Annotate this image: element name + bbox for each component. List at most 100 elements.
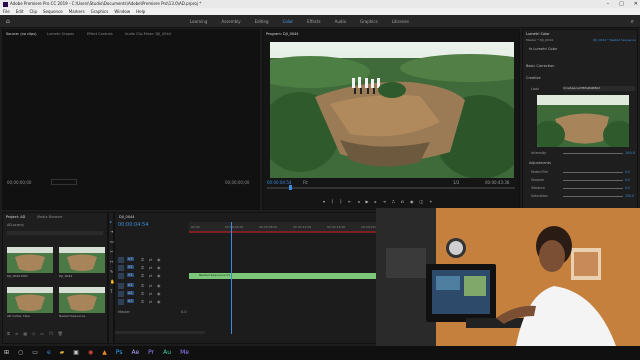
lock-track-icon[interactable]: ⚿ <box>141 283 144 288</box>
menu-window[interactable]: Window <box>114 8 130 15</box>
new-item-icon[interactable]: ❐ <box>49 331 53 336</box>
add-button[interactable]: + <box>429 199 432 204</box>
list-view-icon[interactable]: ≡ <box>15 331 18 336</box>
adjustment-slider[interactable] <box>563 180 623 181</box>
sync-lock-icon[interactable]: ⇄ <box>149 265 152 270</box>
program-playhead[interactable] <box>289 185 292 190</box>
menu-edit[interactable]: Edit <box>16 8 24 15</box>
media-encoder-icon[interactable]: Me <box>180 349 189 356</box>
toggle-output-icon[interactable]: ◉ <box>157 257 161 262</box>
track-target-toggle[interactable] <box>118 283 124 289</box>
lock-track-icon[interactable]: ⚿ <box>141 273 144 278</box>
toggle-output-icon[interactable]: ◉ <box>157 265 161 270</box>
toggle-output-icon[interactable]: ◉ <box>157 299 161 304</box>
mark-out-icon[interactable]: } <box>340 199 343 204</box>
lift-icon[interactable]: ⎍ <box>392 199 395 204</box>
close-button[interactable]: ✕ <box>634 0 638 8</box>
lock-track-icon[interactable]: ⚿ <box>141 299 144 304</box>
program-fit-select[interactable]: Fit <box>303 180 308 185</box>
sync-lock-icon[interactable]: ⇄ <box>149 299 152 304</box>
basic-correction-section[interactable]: Basic Correction <box>526 64 555 68</box>
project-bin-item[interactable]: Nested Sequence <box>59 287 105 321</box>
premiere-taskbar-icon[interactable]: Pr <box>148 349 154 356</box>
toggle-output-icon[interactable]: ◉ <box>157 291 161 296</box>
play-icon[interactable]: ▶ <box>365 199 368 204</box>
workspace-effects[interactable]: Effects <box>307 15 321 28</box>
lock-icon[interactable]: ⚿ <box>7 331 10 336</box>
toggle-output-icon[interactable]: ◉ <box>157 283 161 288</box>
intensity-slider[interactable] <box>563 153 623 154</box>
timeline-timecode[interactable]: 00:00:04:54 <box>118 222 149 228</box>
look-select[interactable]: CineSpace2383sRGB6bit <box>563 86 635 91</box>
tab-media-browser[interactable]: Media Browser <box>37 215 63 219</box>
source-zoom-select[interactable] <box>51 179 77 185</box>
sync-lock-icon[interactable]: ⇄ <box>149 273 152 278</box>
project-search-input[interactable] <box>7 231 103 235</box>
export-frame-icon[interactable]: ◉ <box>410 199 414 204</box>
tab-lumetri-scopes[interactable]: Lumetri Scopes <box>47 32 74 36</box>
workspace-color[interactable]: Color <box>283 15 293 28</box>
photoshop-icon[interactable]: Ps <box>116 349 123 356</box>
after-effects-icon[interactable]: Ae <box>131 349 139 356</box>
program-scrub-bar[interactable] <box>267 185 515 190</box>
chrome-icon[interactable]: ◉ <box>88 349 93 356</box>
track-label[interactable]: A1 <box>127 283 134 287</box>
freeform-view-icon[interactable]: ◇ <box>32 331 35 336</box>
adjustment-slider[interactable] <box>563 196 623 197</box>
step-back-icon[interactable]: ◂ <box>357 199 359 204</box>
extract-icon[interactable]: ⎌ <box>401 199 404 204</box>
track-target-toggle[interactable] <box>118 265 124 271</box>
track-target-toggle[interactable] <box>118 291 124 297</box>
sync-lock-icon[interactable]: ⇄ <box>149 291 152 296</box>
tab-timeline-sequence[interactable]: DJI_0044 <box>119 215 134 219</box>
tab-audio-clip-mixer[interactable]: Audio Clip Mixer: DJI_0044 <box>125 32 171 36</box>
tab-lumetri-color[interactable]: Lumetri Color <box>526 32 550 36</box>
sync-lock-icon[interactable]: ⇄ <box>149 257 152 262</box>
home-icon[interactable]: ⌂ <box>6 18 10 25</box>
lock-track-icon[interactable]: ⚿ <box>141 291 144 296</box>
menu-help[interactable]: Help <box>136 8 145 15</box>
look-preview-thumbnail[interactable] <box>537 95 629 147</box>
project-bin-item[interactable]: DJI_0044 <box>59 247 105 281</box>
adjustment-slider[interactable] <box>563 188 623 189</box>
tab-source[interactable]: Source: (no clips) <box>6 32 36 36</box>
toggle-output-icon[interactable]: ◉ <box>157 273 161 278</box>
track-label[interactable]: V1 <box>127 273 134 277</box>
workspace-editing[interactable]: Editing <box>255 15 269 28</box>
audition-icon[interactable]: Au <box>163 349 171 356</box>
menu-markers[interactable]: Markers <box>69 8 85 15</box>
project-bin-item[interactable]: AD Cutter Clips <box>7 287 53 321</box>
intensity-value[interactable]: 100.0 <box>625 151 635 155</box>
start-icon[interactable]: ⊞ <box>4 349 9 356</box>
master-track-value[interactable]: 0.0 <box>181 310 187 314</box>
maximize-button[interactable]: □ <box>619 0 624 8</box>
adjustment-slider[interactable] <box>563 172 623 173</box>
track-label[interactable]: V3 <box>127 257 134 261</box>
track-label[interactable]: A2 <box>127 291 134 295</box>
adjustment-value[interactable]: 0.0 <box>625 170 630 174</box>
adjustment-value[interactable]: 100.0 <box>625 194 634 198</box>
go-to-out-icon[interactable]: ⇥ <box>383 199 386 204</box>
trash-icon[interactable]: 🗑 <box>58 331 63 336</box>
comparison-view-icon[interactable]: ◫ <box>419 199 423 204</box>
track-target-toggle[interactable] <box>118 273 124 279</box>
adjustment-value[interactable]: 0.0 <box>625 186 630 190</box>
creative-section[interactable]: Creative <box>526 76 541 80</box>
track-label[interactable]: A3 <box>127 299 134 303</box>
add-marker-icon[interactable]: ▾ <box>323 199 325 204</box>
nested-sequence-clip[interactable]: Nested Sequence 01 <box>189 273 377 279</box>
adjustments-section[interactable]: Adjustments <box>529 161 551 165</box>
track-label[interactable]: V2 <box>127 265 134 269</box>
workspace-learning[interactable]: Learning <box>190 15 207 28</box>
timeline-playhead[interactable] <box>231 222 232 334</box>
menu-sequence[interactable]: Sequence <box>43 8 63 15</box>
task-view-icon[interactable]: ▭ <box>32 349 38 356</box>
icon-view-icon[interactable]: ▦ <box>23 331 27 336</box>
workspace-libraries[interactable]: Libraries <box>392 15 409 28</box>
workspace-graphics[interactable]: Graphics <box>360 15 378 28</box>
lock-track-icon[interactable]: ⚿ <box>141 265 144 270</box>
minimize-button[interactable]: – <box>607 0 610 8</box>
time-ruler[interactable]: 00:00 00:00:04:00 00:00:08:00 00:00:12:00 00… <box>189 222 379 231</box>
tab-program[interactable]: Program: DJI_0044 <box>266 32 298 36</box>
workspace-assembly[interactable]: Assembly <box>221 15 240 28</box>
